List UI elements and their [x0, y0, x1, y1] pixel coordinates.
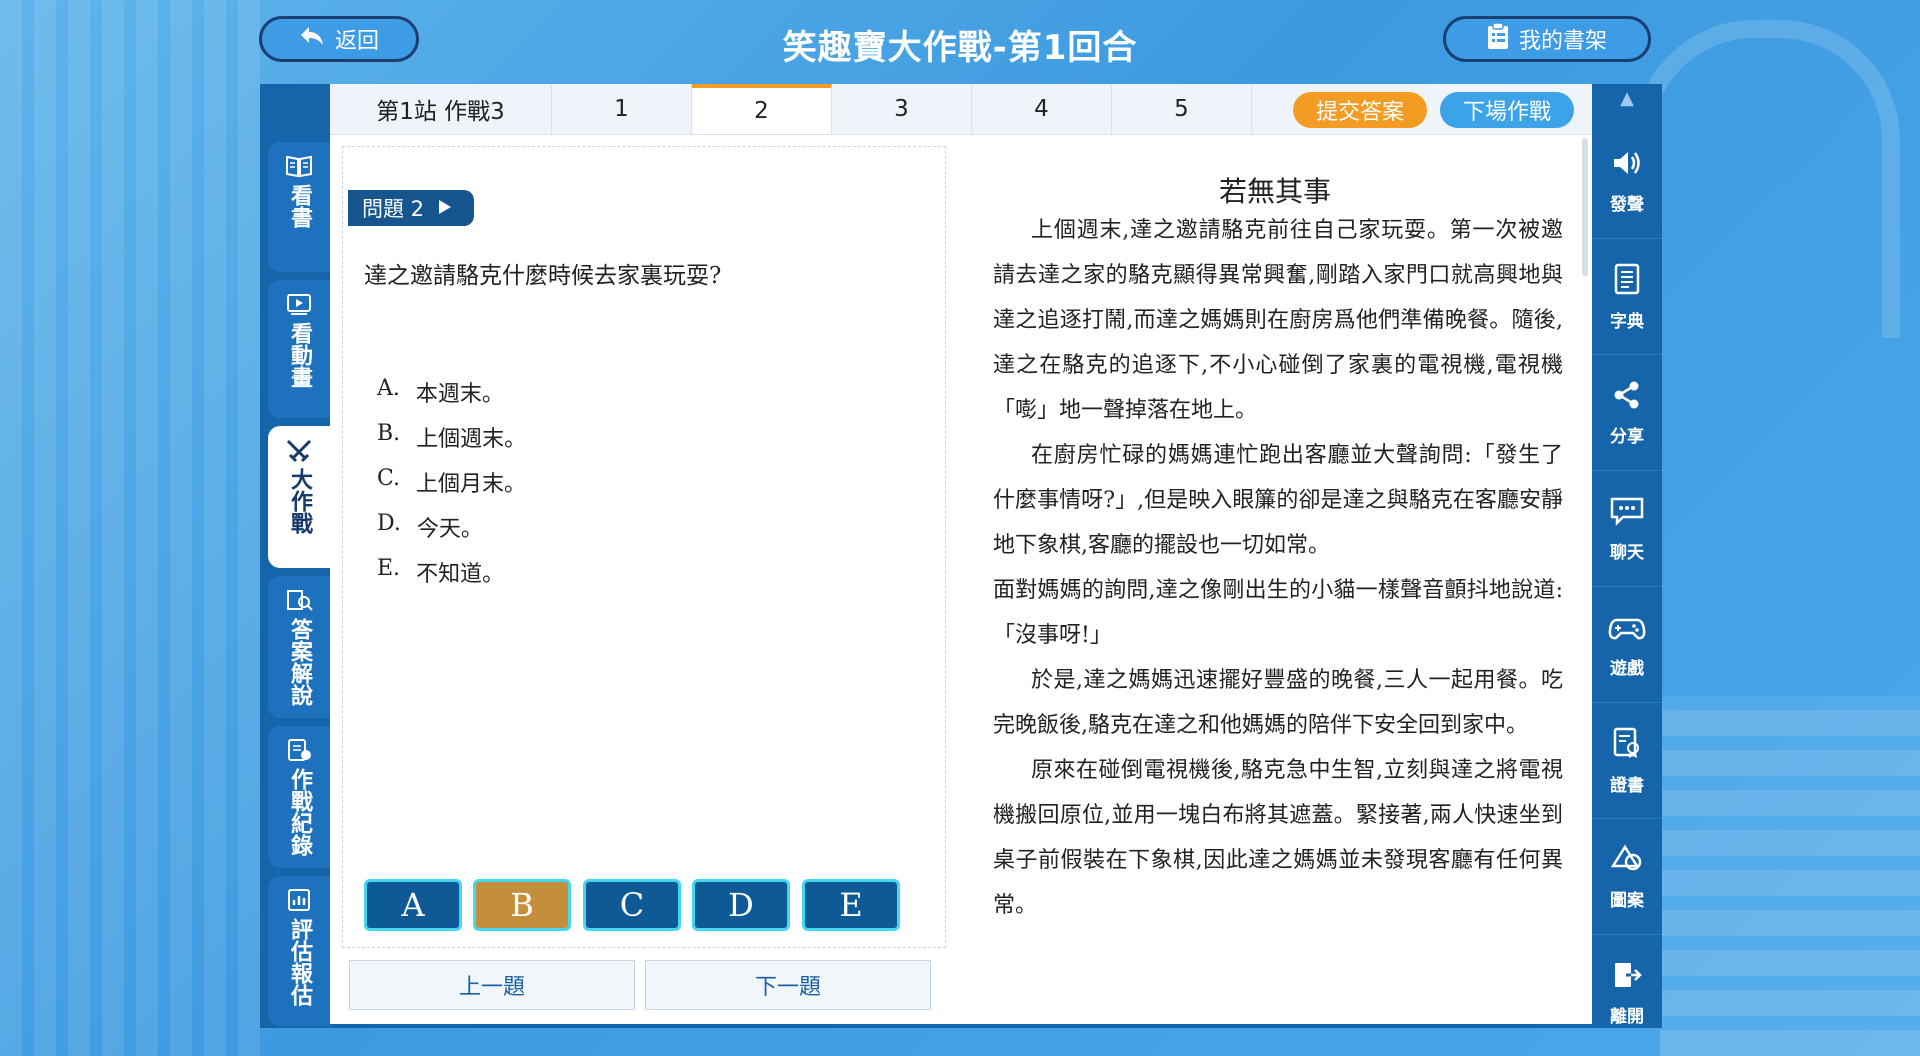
sidebar-item-shapes[interactable]: 圖案 [1592, 820, 1662, 935]
gamepad-icon [1608, 612, 1646, 646]
play-triangle-icon [438, 196, 452, 220]
tab-station[interactable]: 第1站 作戰3 [330, 84, 552, 134]
bookshelf-button[interactable]: 我的書架 [1443, 16, 1651, 62]
sidebar-item-battle-record[interactable]: 作戰紀錄 [268, 726, 330, 868]
question-number: 問題 2 [362, 197, 425, 221]
option-letter: C. [377, 466, 401, 491]
chat-icon [1609, 496, 1645, 530]
answer-button-b[interactable]: B [473, 879, 571, 931]
article-paragraph: 原來在碰倒電視機後,駱克急中生智,立刻與達之將電視機搬回原位,並用一塊白布將其遮… [993, 758, 1563, 918]
sidebar-item-label: 答案解說 [287, 618, 312, 706]
sidebar-item-label: 看書 [287, 184, 312, 228]
back-label: 返回 [334, 29, 379, 54]
option-e: E. 不知道。 [377, 556, 504, 588]
page-title: 笑趣寶大作戰-第1回合 [782, 28, 1138, 68]
sidebar-item-answer-explanation[interactable]: 答案解說 [268, 576, 330, 718]
answer-search-icon [285, 588, 313, 614]
leave-battle-button[interactable]: 下場作戰 [1440, 92, 1574, 128]
right-sidebar: ▲ 發聲 字典 分享 聊天 遊戲 證書 圖案 離開 [1592, 84, 1662, 1028]
article-scrollbar[interactable] [1582, 138, 1588, 276]
clipboard-icon [1487, 22, 1509, 56]
option-text: 今天。 [416, 517, 483, 542]
tab-question-2[interactable]: 2 [692, 84, 832, 134]
crossed-swords-icon [285, 438, 313, 464]
option-a: A. 本週末。 [377, 376, 504, 408]
option-text: 本週末。 [415, 382, 504, 407]
question-text: 達之邀請駱克什麼時候去家裏玩耍? [364, 263, 722, 289]
article-paragraph: 面對媽媽的詢問,達之像剛出生的小貓一樣聲音顫抖地說道:「沒事呀!」 [993, 578, 1563, 648]
option-letter: A. [377, 376, 400, 401]
sidebar-item-assessment-report[interactable]: 評估報估 [268, 876, 330, 1026]
option-text: 上個月末。 [416, 472, 527, 497]
answer-button-e[interactable]: E [802, 879, 900, 931]
option-letter: E. [377, 556, 401, 581]
option-b: B. 上個週末。 [377, 421, 526, 453]
article-paragraph: 上個週末,達之邀請駱克前往自己家玩耍。第一次被邀請去達之家的駱克顯得異常興奮,剛… [993, 218, 1563, 423]
submit-answer-button[interactable]: 提交答案 [1293, 92, 1427, 128]
sidebar-item-watch-animation[interactable]: 看動畫 [268, 280, 330, 418]
sidebar-item-label: 大作戰 [287, 468, 312, 534]
sidebar-item-games[interactable]: 遊戲 [1592, 588, 1662, 703]
shapes-icon [1610, 844, 1643, 878]
background-arch [1634, 20, 1900, 338]
sidebar-item-label: 證書 [1610, 775, 1644, 796]
question-badge: 問題 2 [348, 190, 474, 226]
sidebar-item-exit[interactable]: 離開 [1592, 936, 1662, 1050]
sidebar-item-label: 評估報估 [287, 918, 312, 1006]
tab-question-5[interactable]: 5 [1112, 84, 1252, 134]
answer-button-d[interactable]: D [692, 879, 790, 931]
answer-button-a[interactable]: A [364, 879, 462, 931]
sidebar-item-label: 發聲 [1610, 194, 1644, 215]
certificate-icon [1612, 727, 1642, 763]
record-icon [285, 738, 313, 764]
option-letter: B. [377, 421, 401, 446]
back-button[interactable]: 返回 [259, 16, 419, 62]
previous-question-button[interactable]: 上一題 [349, 960, 635, 1010]
sidebar-item-share[interactable]: 分享 [1592, 356, 1662, 471]
sidebar-item-label: 遊戲 [1610, 658, 1644, 679]
speaker-icon [1611, 148, 1643, 182]
back-arrow-icon [299, 25, 325, 53]
sidebar-item-label: 聊天 [1610, 542, 1644, 563]
report-icon [285, 888, 313, 914]
sidebar-item-label: 離開 [1610, 1006, 1644, 1027]
exit-icon [1612, 960, 1643, 994]
option-text: 不知道。 [416, 562, 505, 587]
tab-question-4[interactable]: 4 [972, 84, 1112, 134]
article-paragraph: 於是,達之媽媽迅速擺好豐盛的晚餐,三人一起用餐。吃完晚飯後,駱克在達之和他媽媽的… [993, 668, 1563, 738]
share-icon [1612, 380, 1642, 414]
answer-button-c[interactable]: C [583, 879, 681, 931]
sidebar-item-label: 作戰紀錄 [287, 768, 312, 856]
background-bookshelf [0, 0, 260, 1056]
tab-question-1[interactable]: 1 [552, 84, 692, 134]
option-text: 上個週末。 [416, 427, 527, 452]
article-body: 上個週末,達之邀請駱克前往自己家玩耍。第一次被邀請去達之家的駱克顯得異常興奮,剛… [993, 208, 1563, 928]
sidebar-item-label: 字典 [1610, 311, 1644, 332]
sidebar-item-dictionary[interactable]: 字典 [1592, 240, 1662, 355]
book-icon [285, 154, 313, 180]
sidebar-item-certificate[interactable]: 證書 [1592, 704, 1662, 819]
scroll-up-icon[interactable]: ▲ [1592, 84, 1662, 114]
sidebar-item-speak[interactable]: 發聲 [1592, 124, 1662, 239]
video-icon [285, 292, 313, 318]
option-letter: D. [377, 511, 401, 536]
sidebar-item-chat[interactable]: 聊天 [1592, 472, 1662, 587]
sidebar-item-read-book[interactable]: 看書 [268, 142, 330, 272]
option-c: C. 上個月末。 [377, 466, 526, 498]
next-question-button[interactable]: 下一題 [645, 960, 931, 1010]
dictionary-icon [1613, 263, 1641, 299]
article-paragraph: 在廚房忙碌的媽媽連忙跑出客廳並大聲詢問:「發生了什麼事情呀?」,但是映入眼簾的卻… [993, 443, 1563, 558]
sidebar-item-battle[interactable]: 大作戰 [268, 426, 330, 568]
tab-question-3[interactable]: 3 [832, 84, 972, 134]
background-books [1660, 696, 1920, 1056]
bookshelf-label: 我的書架 [1518, 29, 1607, 54]
sidebar-item-label: 看動畫 [287, 322, 312, 388]
sidebar-item-label: 分享 [1610, 426, 1644, 447]
article-title: 若無其事 [1218, 175, 1331, 208]
sidebar-item-label: 圖案 [1610, 890, 1644, 911]
option-d: D. 今天。 [377, 511, 483, 543]
